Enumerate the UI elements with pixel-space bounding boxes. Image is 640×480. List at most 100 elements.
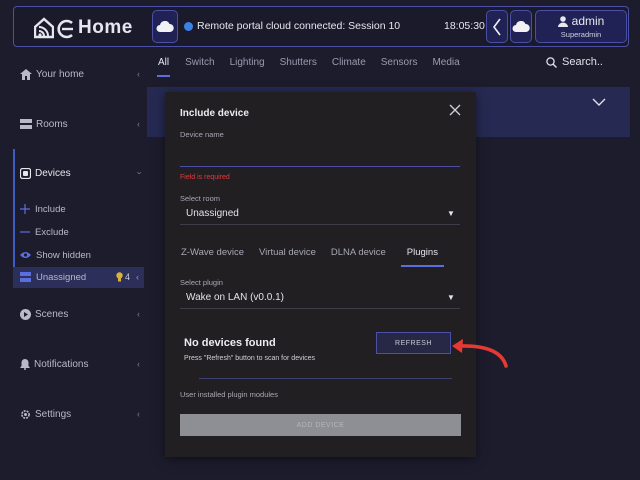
tab-all[interactable]: All (157, 55, 171, 77)
app-name: Home (78, 17, 133, 38)
tab-shutters[interactable]: Shutters (280, 55, 317, 77)
tab-lighting[interactable]: Lighting (230, 55, 265, 77)
chevron-down-icon: ‹ (133, 171, 144, 175)
device-icon (20, 167, 31, 179)
tab-switch[interactable]: Switch (185, 55, 214, 77)
search-button[interactable]: Search.. (546, 56, 603, 68)
sidebar-sub-include[interactable]: Include (20, 202, 66, 216)
plugin-underline (180, 308, 460, 309)
plugin-modules-label: User installed plugin modules (180, 390, 278, 399)
device-name-error: Field is required (180, 174, 230, 181)
sidebar-item-rooms[interactable]: Rooms ‹ (20, 116, 140, 132)
chevron-left-icon: ‹ (137, 359, 140, 369)
play-circle-icon (20, 308, 31, 320)
plugin-select[interactable]: Wake on LAN (v0.0.1) (186, 292, 284, 303)
device-type-tabs: Z-Wave device Virtual device DLNA device… (181, 247, 459, 267)
sidebar-item-scenes[interactable]: Scenes ‹ (20, 306, 140, 322)
status-text: Remote portal cloud connected: Session 1… (197, 20, 401, 32)
dropdown-arrow-icon[interactable]: ▼ (447, 209, 455, 218)
sidebar-sub-label: Unassigned (36, 271, 87, 283)
back-button[interactable] (486, 10, 508, 43)
device-name-underline (180, 166, 460, 167)
tab-media[interactable]: Media (432, 55, 459, 77)
include-device-dialog: Include device Device name Field is requ… (165, 92, 476, 457)
rooms-icon (20, 119, 32, 129)
connection-status: Remote portal cloud connected: Session 1… (184, 20, 400, 32)
sidebar-item-devices[interactable]: Devices ‹ (20, 165, 144, 181)
divider (199, 378, 452, 379)
sidebar-sub-label: Exclude (35, 226, 69, 238)
tab-z-wave-device[interactable]: Z-Wave device (181, 247, 244, 267)
chevron-down-icon[interactable] (592, 98, 606, 106)
sidebar-sub-exclude[interactable]: Exclude (20, 225, 69, 239)
cloud-icon (512, 20, 530, 32)
cloud-button[interactable] (152, 10, 178, 43)
tab-dlna-device[interactable]: DLNA device (331, 247, 386, 267)
category-tabs: All Switch Lighting Shutters Climate Sen… (157, 55, 475, 77)
no-devices-title: No devices found (184, 337, 276, 349)
eye-icon (20, 252, 31, 258)
device-name-label: Device name (180, 130, 224, 139)
sidebar-sub-label: Show hidden (36, 249, 91, 261)
refresh-button[interactable]: REFRESH (376, 332, 451, 354)
unassigned-count: 4 (125, 272, 131, 282)
add-device-button[interactable]: ADD DEVICE (180, 414, 461, 436)
chevron-left-icon (493, 18, 501, 35)
search-icon (546, 56, 557, 68)
user-menu-button[interactable]: admin Superadmin (535, 10, 627, 43)
sidebar-item-label: Devices (35, 167, 71, 179)
tab-virtual-device[interactable]: Virtual device (259, 247, 316, 267)
annotation-arrow-icon (452, 339, 508, 368)
room-select[interactable]: Unassigned (186, 208, 239, 219)
sidebar-item-label: Your home (36, 68, 84, 80)
sidebar-item-label: Scenes (35, 308, 69, 320)
plugin-label: Select plugin (180, 278, 223, 287)
chevron-left-icon: ‹ (137, 69, 140, 79)
cloud-icon (156, 20, 174, 32)
dropdown-arrow-icon[interactable]: ▼ (447, 293, 455, 302)
room-underline (180, 224, 460, 225)
status-dot-icon (184, 21, 193, 31)
devices-active-indicator (13, 149, 15, 285)
sidebar-sub-label: Include (35, 203, 66, 215)
no-devices-hint: Press "Refresh" button to scan for devic… (184, 355, 316, 362)
tab-sensors[interactable]: Sensors (381, 55, 418, 77)
chevron-left-icon: ‹ (137, 309, 140, 319)
chevron-left-icon: ‹ (136, 272, 140, 282)
sidebar: Your home ‹ Rooms ‹ Devices ‹ Include Ex… (0, 52, 146, 480)
sidebar-item-label: Notifications (34, 358, 89, 370)
user-name: admin (571, 14, 605, 28)
list-icon (20, 272, 31, 282)
sidebar-item-notifications[interactable]: Notifications ‹ (20, 356, 140, 372)
bell-icon (20, 358, 30, 370)
c-logo-icon (57, 19, 73, 39)
tab-climate[interactable]: Climate (332, 55, 366, 77)
sidebar-item-your-home[interactable]: Your home ‹ (20, 66, 140, 82)
home-icon (20, 68, 32, 80)
close-icon[interactable] (448, 103, 462, 117)
sidebar-sub-unassigned[interactable]: Unassigned (20, 270, 86, 284)
chevron-left-icon: ‹ (137, 409, 140, 419)
sidebar-item-label: Rooms (36, 118, 68, 130)
chevron-left-icon: ‹ (137, 119, 140, 129)
minus-icon (20, 231, 30, 233)
user-role: Superadmin (560, 30, 602, 39)
top-bar: Home Remote portal cloud connected: Sess… (13, 6, 629, 47)
house-wifi-icon (34, 17, 54, 39)
sidebar-item-settings[interactable]: Settings ‹ (20, 406, 140, 422)
user-icon (557, 15, 568, 27)
clock: 18:05:30 (444, 20, 485, 32)
device-name-input[interactable] (180, 144, 460, 164)
search-label: Search.. (562, 56, 603, 68)
logo[interactable]: Home (34, 15, 156, 41)
unassigned-badge: 4 ‹ (116, 272, 139, 282)
sidebar-sub-show-hidden[interactable]: Show hidden (20, 248, 91, 262)
dialog-title: Include device (180, 108, 249, 119)
gear-icon (21, 409, 30, 419)
bulb-icon (116, 272, 123, 282)
cloud-status-button[interactable] (510, 10, 532, 43)
tab-plugins[interactable]: Plugins (400, 247, 444, 267)
plus-icon (20, 204, 30, 214)
sidebar-item-label: Settings (35, 408, 72, 420)
room-label: Select room (180, 194, 221, 203)
